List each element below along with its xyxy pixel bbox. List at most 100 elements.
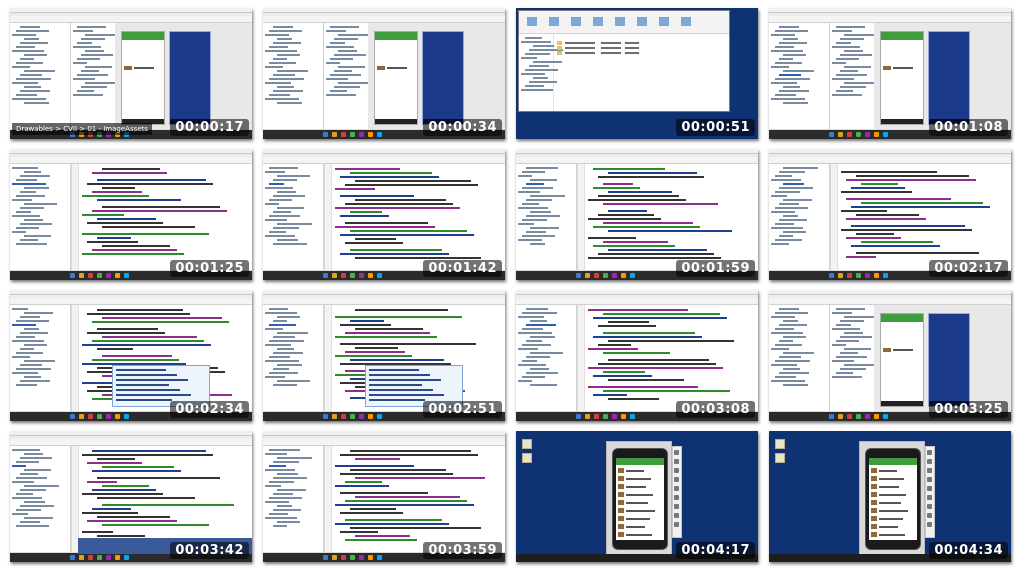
taskbar-app-icon[interactable] [124,414,129,419]
tree-item[interactable] [265,98,299,100]
layout-design-canvas[interactable] [874,305,1011,411]
tree-item[interactable] [16,336,35,338]
tree-item[interactable] [24,312,53,314]
taskbar-app-icon[interactable] [341,555,346,560]
tree-item[interactable] [832,94,862,96]
tree-item[interactable] [273,26,293,28]
ribbon-icon[interactable] [637,17,647,26]
tree-item[interactable] [12,497,42,499]
tree-item[interactable] [269,356,290,358]
tree-item[interactable] [16,368,51,370]
tree-item[interactable] [265,517,297,519]
tree-item[interactable] [277,54,300,56]
tree-item[interactable] [81,38,105,40]
tree-item[interactable] [771,364,797,366]
project-tree[interactable] [10,305,71,411]
taskbar-app-icon[interactable] [115,414,120,419]
layout-design-canvas[interactable] [874,23,1011,129]
tree-item[interactable] [844,34,877,36]
phone-preview[interactable] [880,313,924,407]
tree-item[interactable] [277,207,304,209]
navigation-pane[interactable] [519,34,563,111]
tree-item[interactable] [771,243,789,245]
project-tree[interactable] [516,305,577,411]
tree-item[interactable] [24,86,41,88]
tree-item[interactable] [832,312,852,314]
tree-item[interactable] [12,215,40,217]
emulator-control-icon[interactable] [674,522,679,527]
tree-item[interactable] [269,231,286,233]
tree-item[interactable] [81,70,99,72]
tree-item[interactable] [836,356,867,358]
emulator-screen[interactable] [616,458,664,540]
tree-item[interactable] [265,235,295,237]
tree-item[interactable] [771,82,797,84]
tree-item[interactable] [522,235,555,237]
tree-item[interactable] [530,227,559,229]
taskbar-app-icon[interactable] [115,555,120,560]
tree-item[interactable] [836,308,865,310]
tree-item[interactable] [330,90,347,92]
tree-item[interactable] [277,457,312,459]
tree-item[interactable] [533,77,548,79]
taskbar-app-icon[interactable] [585,273,590,278]
ribbon-icon[interactable] [549,17,559,26]
emulator-window[interactable] [606,441,672,555]
code-editor[interactable] [325,446,505,552]
emulator-phone[interactable] [612,448,668,550]
tree-item[interactable] [526,215,560,217]
taskbar-app-icon[interactable] [359,132,364,137]
tree-item[interactable] [771,348,789,350]
video-thumbnail[interactable]: 00:03:59 [263,431,505,562]
emulator-window[interactable] [859,441,925,555]
video-thumbnail[interactable]: 00:00:51 [516,8,758,139]
tree-item[interactable] [783,102,808,104]
taskbar-app-icon[interactable] [124,273,129,278]
taskbar-app-icon[interactable] [350,132,355,137]
tree-item[interactable] [12,324,36,326]
tree-item[interactable] [526,340,542,342]
tree-item[interactable] [12,167,38,169]
autocomplete-option[interactable] [369,394,444,396]
tree-item[interactable] [771,316,795,318]
tree-item[interactable] [16,78,51,80]
project-tree[interactable] [10,23,71,129]
tree-item[interactable] [771,211,795,213]
palette-tree[interactable] [830,23,879,129]
tree-item[interactable] [265,82,291,84]
tree-item[interactable] [522,219,547,221]
emulator-controls[interactable] [672,446,682,538]
tree-item[interactable] [265,501,289,503]
autocomplete-option[interactable] [116,374,177,376]
taskbar-app-icon[interactable] [865,132,870,137]
folder-icon[interactable] [557,46,562,50]
tree-item[interactable] [16,352,43,354]
tree-item[interactable] [12,183,46,185]
tree-item[interactable] [265,328,283,330]
taskbar-app-icon[interactable] [829,132,834,137]
tree-item[interactable] [832,78,854,80]
tree-item[interactable] [840,38,864,40]
tree-item[interactable] [526,199,552,201]
taskbar-app-icon[interactable] [838,414,843,419]
tree-item[interactable] [334,38,358,40]
code-editor[interactable] [325,164,505,270]
tree-item[interactable] [775,239,802,241]
tree-item[interactable] [779,74,801,76]
tree-item[interactable] [277,332,308,334]
taskbar-app-icon[interactable] [359,414,364,419]
tree-item[interactable] [269,308,288,310]
tree-item[interactable] [518,348,538,350]
recycle-bin-icon[interactable] [775,439,785,449]
tree-item[interactable] [771,66,789,68]
tree-item[interactable] [20,175,50,177]
tree-item[interactable] [529,65,549,67]
ribbon-icon[interactable] [615,17,625,26]
taskbar-app-icon[interactable] [368,414,373,419]
tree-item[interactable] [779,42,807,44]
tree-item[interactable] [269,465,286,467]
file-name[interactable] [565,52,595,54]
tree-item[interactable] [12,465,26,467]
tree-item[interactable] [840,86,866,88]
taskbar-app-icon[interactable] [603,414,608,419]
